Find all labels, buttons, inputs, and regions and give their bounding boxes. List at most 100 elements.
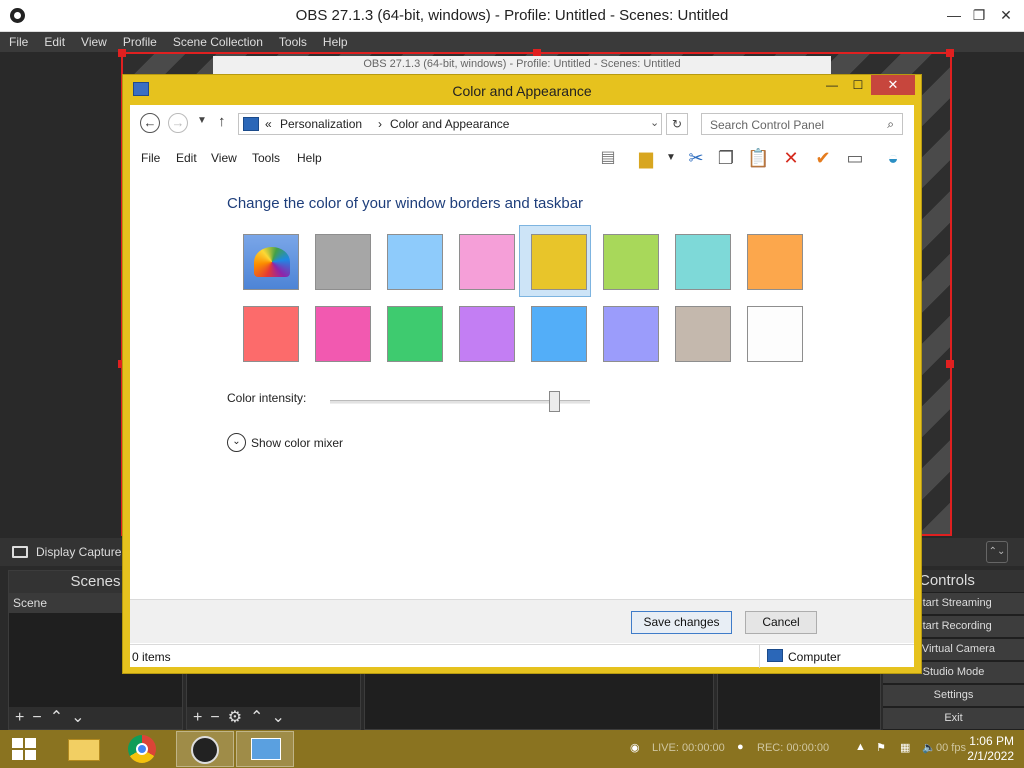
color-content: Change the color of your window borders … (130, 175, 914, 599)
color-swatch[interactable] (315, 306, 371, 362)
breadcrumb-chevron-icon[interactable]: › (378, 117, 382, 131)
up-icon[interactable]: ⌃ (50, 709, 63, 726)
address-bar[interactable]: « Personalization › Color and Appearance… (238, 113, 662, 135)
add-icon[interactable]: + (193, 709, 202, 726)
obs-menu-scene-collection[interactable]: Scene Collection (164, 32, 270, 49)
address-row: ← → ▼ ↑ « Personalization › Color and Ap… (130, 105, 914, 141)
obs-menu-view[interactable]: View (72, 32, 114, 49)
color-swatch[interactable] (243, 306, 299, 362)
dialog-footer: Save changes Cancel (130, 599, 914, 643)
breadcrumb-overflow[interactable]: « (265, 117, 272, 131)
gear-icon[interactable]: ⚙ (228, 709, 242, 726)
live-status: LIVE: 00:00:00 (652, 742, 725, 754)
properties-check-icon[interactable]: ✔ (812, 147, 834, 169)
maximize-icon[interactable]: ❐ (965, 4, 993, 26)
file-explorer-icon[interactable] (56, 731, 114, 767)
cancel-button[interactable]: Cancel (745, 611, 817, 634)
exit-button[interactable]: Exit (883, 708, 1024, 729)
down-icon[interactable]: ⌄ (71, 709, 84, 726)
source-display-capture[interactable]: Display Capture (12, 545, 121, 559)
color-swatch[interactable] (315, 234, 371, 290)
remove-icon[interactable]: − (32, 709, 41, 726)
minimize-icon[interactable]: — (940, 4, 968, 26)
menu-edit[interactable]: Edit (176, 151, 197, 165)
show-hidden-icons-icon[interactable]: ▲ (855, 741, 869, 755)
resize-handle[interactable] (946, 49, 954, 57)
automatic-color-swatch[interactable] (243, 234, 299, 290)
search-icon[interactable]: ⌕ (887, 117, 894, 132)
resize-handle[interactable] (946, 360, 954, 368)
paste-icon[interactable]: 📋 (747, 147, 769, 169)
shell-icon[interactable]: ◒ (882, 147, 904, 169)
search-input[interactable]: Search Control Panel ⌕ (701, 113, 903, 135)
color-swatch[interactable] (387, 306, 443, 362)
up-icon[interactable]: ⌃ (250, 709, 263, 726)
control-panel-taskbar-icon[interactable] (236, 731, 294, 767)
refresh-icon[interactable]: ↻ (666, 113, 688, 135)
show-color-mixer-toggle[interactable]: ⌄ Show color mixer (227, 433, 343, 452)
color-swatch[interactable] (747, 234, 803, 290)
monitor-icon (12, 546, 28, 558)
dialog-body: ← → ▼ ↑ « Personalization › Color and Ap… (130, 105, 914, 668)
network-icon[interactable]: ▦ (900, 741, 914, 755)
color-swatch[interactable] (387, 234, 443, 290)
color-swatch[interactable] (675, 234, 731, 290)
color-swatch[interactable] (531, 306, 587, 362)
computer-icon (767, 649, 783, 662)
slider-thumb[interactable] (549, 391, 560, 412)
live-indicator-icon: ◉ (630, 742, 640, 754)
intensity-slider[interactable] (330, 391, 590, 412)
search-placeholder: Search Control Panel (710, 118, 825, 132)
windows-start-icon[interactable] (12, 738, 36, 760)
forward-icon[interactable]: → (168, 113, 188, 133)
breadcrumb-personalization[interactable]: Personalization (280, 117, 362, 131)
settings-button[interactable]: Settings (883, 685, 1024, 706)
close-icon[interactable]: ✕ (871, 75, 915, 95)
obs-menu-edit[interactable]: Edit (35, 32, 72, 49)
obs-menu-file[interactable]: File (0, 32, 35, 49)
obs-taskbar-icon[interactable] (176, 731, 234, 767)
folder-options-icon[interactable]: ▆ (635, 147, 657, 169)
menu-file[interactable]: File (141, 151, 160, 165)
dialog-titlebar[interactable]: Color and Appearance — ☐ ✕ (123, 75, 921, 105)
color-swatch[interactable] (603, 306, 659, 362)
obs-menu-profile[interactable]: Profile (114, 32, 164, 49)
obs-titlebar: OBS 27.1.3 (64-bit, windows) - Profile: … (0, 0, 1024, 32)
menu-help[interactable]: Help (297, 151, 322, 165)
cut-icon[interactable]: ✂ (685, 147, 707, 169)
menu-tools[interactable]: Tools (252, 151, 280, 165)
recent-locations-icon[interactable]: ▼ (197, 115, 207, 126)
volume-icon[interactable]: 🔈 (922, 741, 936, 755)
remove-icon[interactable]: − (210, 709, 219, 726)
breadcrumb-color-appearance[interactable]: Color and Appearance (390, 117, 509, 131)
color-swatch[interactable] (747, 306, 803, 362)
minimize-icon[interactable]: — (819, 75, 845, 95)
maximize-icon[interactable]: ☐ (845, 75, 871, 95)
taskbar-clock[interactable]: 1:06 PM 2/1/2022 (944, 734, 1014, 764)
obs-menu-tools[interactable]: Tools (270, 32, 314, 49)
obs-menu-help[interactable]: Help (314, 32, 355, 49)
resize-handle[interactable] (118, 49, 126, 57)
dialog-menubar: File Edit View Tools Help ▤ ▆ ▼ ✂ ❐ 📋 ✕ … (130, 141, 914, 175)
back-icon[interactable]: ← (140, 113, 160, 133)
color-swatch[interactable] (459, 234, 515, 290)
rename-icon[interactable]: ▭ (844, 147, 866, 169)
dropdown-icon[interactable]: ▼ (660, 147, 682, 169)
menu-view[interactable]: View (211, 151, 237, 165)
down-icon[interactable]: ⌄ (271, 709, 284, 726)
color-swatch[interactable] (459, 306, 515, 362)
copy-icon[interactable]: ❐ (715, 147, 737, 169)
action-center-flag-icon[interactable]: ⚑ (876, 741, 890, 755)
spinner-icon[interactable]: ⌃⌄ (986, 541, 1008, 563)
chevron-down-icon[interactable]: ⌄ (650, 116, 659, 129)
chrome-icon[interactable] (114, 731, 172, 767)
color-swatch[interactable] (531, 234, 587, 290)
close-icon[interactable]: ✕ (992, 4, 1020, 26)
add-icon[interactable]: + (15, 709, 24, 726)
up-icon[interactable]: ↑ (218, 113, 226, 130)
delete-icon[interactable]: ✕ (780, 147, 802, 169)
color-swatch[interactable] (675, 306, 731, 362)
layout-pane-icon[interactable]: ▤ (597, 147, 619, 169)
save-changes-button[interactable]: Save changes (631, 611, 732, 634)
color-swatch[interactable] (603, 234, 659, 290)
